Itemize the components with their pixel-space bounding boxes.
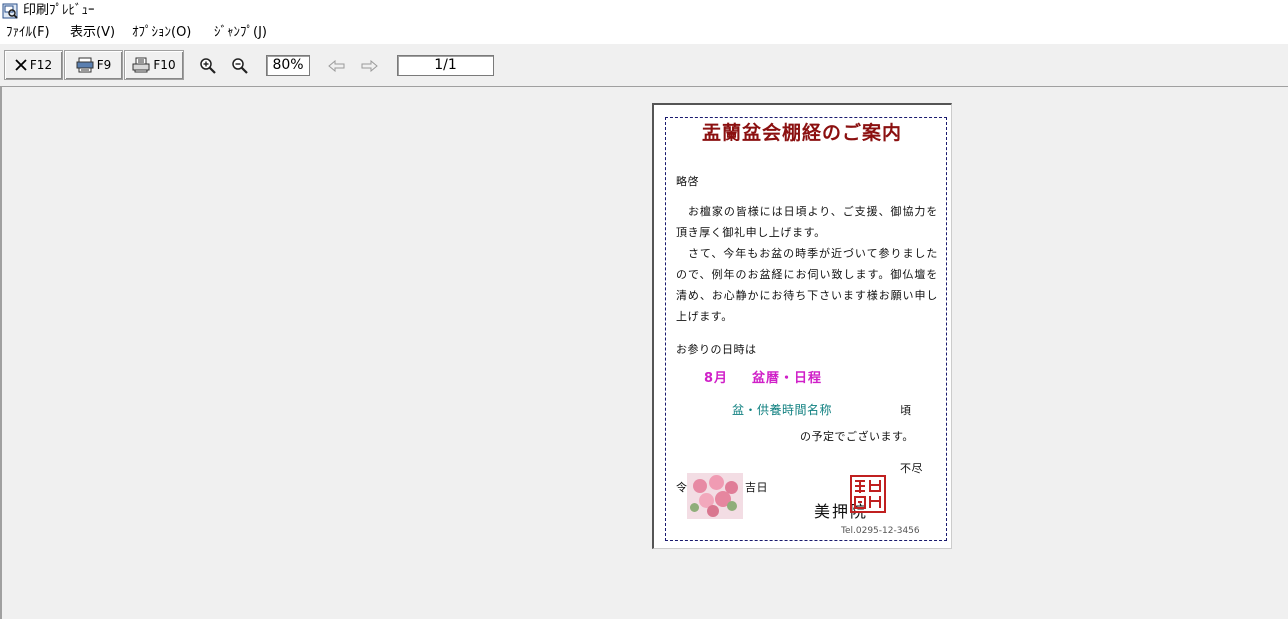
menu-view[interactable]: 表示(V) (70, 25, 115, 41)
close-x-icon (15, 59, 27, 71)
toolbar: F12 F9 F10 80% 1/1 (0, 44, 1288, 87)
zoom-level-field[interactable]: 80% (266, 55, 310, 76)
title-bar: 印刷ﾌﾟﾚﾋﾞｭｰ (0, 0, 1288, 22)
menu-jump[interactable]: ｼﾞｬﾝﾌﾟ(J) (214, 25, 267, 41)
menu-bar: ﾌｧｲﾙ(F) 表示(V) ｵﾌﾟｼｮﾝ(O) ｼﾞｬﾝﾌﾟ(J) (0, 22, 1288, 44)
print-button[interactable]: F10 (124, 50, 184, 80)
close-button-label: F12 (29, 58, 53, 72)
approx-text: 頃 (900, 404, 912, 417)
print-button-label: F10 (153, 58, 176, 72)
close-button[interactable]: F12 (4, 50, 63, 80)
rose-bouquet-image (687, 473, 743, 519)
planned-text: の予定でございます。 (800, 430, 914, 443)
menu-file[interactable]: ﾌｧｲﾙ(F) (6, 25, 50, 41)
print-preview-app-icon (2, 3, 18, 19)
printer-icon (132, 57, 150, 73)
page-indicator-field[interactable]: 1/1 (397, 55, 494, 76)
zoom-in-icon[interactable] (198, 56, 218, 76)
visit-label: お参りの日時は (676, 343, 757, 356)
window-title: 印刷ﾌﾟﾚﾋﾞｭｰ (23, 3, 95, 18)
menu-options[interactable]: ｵﾌﾟｼｮﾝ(O) (132, 25, 191, 41)
document-title: 盂蘭盆会棚経のご案内 (701, 122, 902, 144)
temple-seal-stamp (850, 475, 886, 513)
service-name-text: 盆・供養時間名称 (732, 403, 833, 417)
paragraph-2: さて、今年もお盆の時季が近づいて参りましたので、例年のお盆経にお伺い致します。御… (676, 247, 938, 323)
closing-text: 不尽 (900, 462, 923, 475)
greeting-text: 略啓 (676, 175, 699, 188)
arrow-left-icon[interactable] (327, 56, 347, 76)
schedule-text: 盆暦・日程 (752, 371, 823, 386)
arrow-right-icon[interactable] (359, 56, 379, 76)
tel-text: Tel.0295-12-3456 (841, 526, 920, 536)
printer-setup-button[interactable]: F9 (64, 50, 123, 80)
preview-page: 盂蘭盆会棚経のご案内 略啓 お檀家の皆様には日頃より、ご支援、御協力を頂き厚く御… (652, 103, 952, 549)
preview-area[interactable] (0, 87, 1288, 619)
paragraph-1: お檀家の皆様には日頃より、ご支援、御協力を頂き厚く御礼申し上げます。 (676, 205, 938, 239)
zoom-out-icon[interactable] (230, 56, 250, 76)
printer-setup-icon (76, 57, 94, 73)
printer-setup-label: F9 (96, 58, 112, 72)
month-text: 8月 (704, 371, 729, 386)
